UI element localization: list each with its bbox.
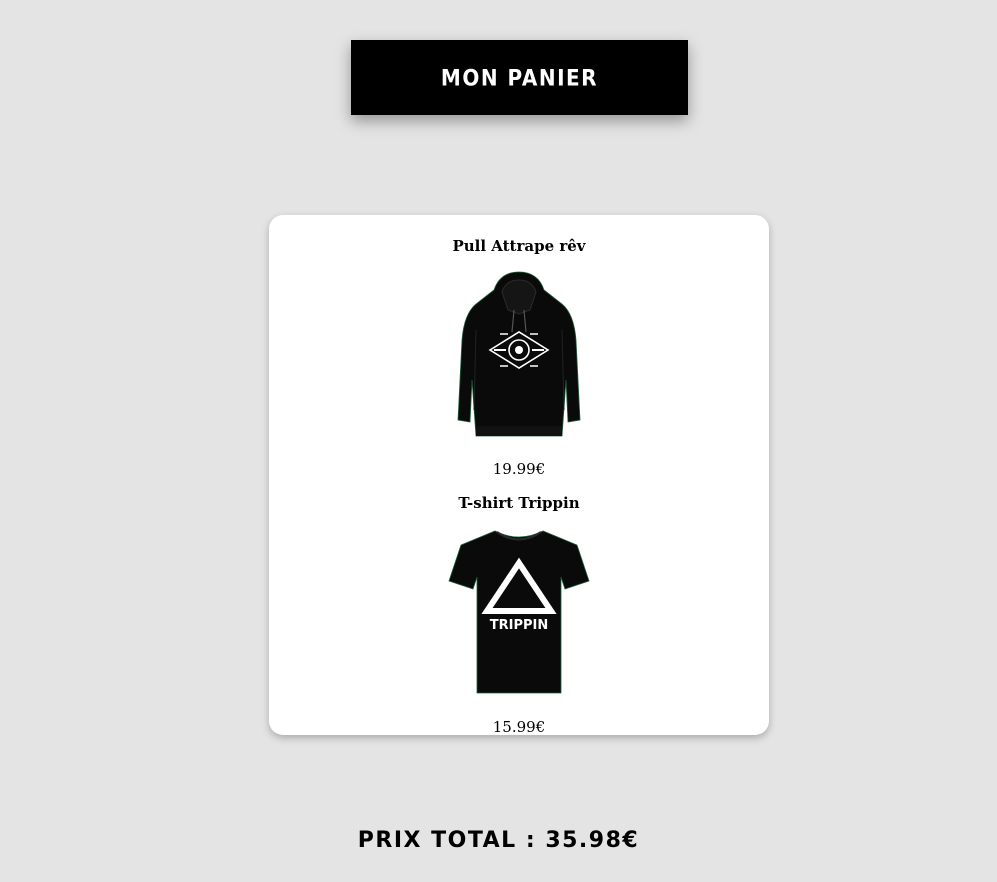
tshirt-graphic-text: TRIPPIN [490,618,549,633]
cart-items-card: Pull Attrape rêv 19.99€ T-shirt Trippin … [269,215,769,736]
tshirt-icon: TRIPPIN [448,530,590,694]
product-price: 19.99€ [492,460,546,478]
total-price: PRIX TOTAL : 35.98€ [357,828,640,853]
hoodie-icon [457,271,581,437]
product-image[interactable] [454,270,584,440]
product-price: 15.99€ [492,718,546,736]
product-name: T-shirt Trippin [458,494,580,512]
page-title: MON PANIER [440,64,599,91]
cart-header: MON PANIER [351,40,688,115]
product-image[interactable]: TRIPPIN [447,527,591,697]
product-name: Pull Attrape rêv [452,237,586,255]
